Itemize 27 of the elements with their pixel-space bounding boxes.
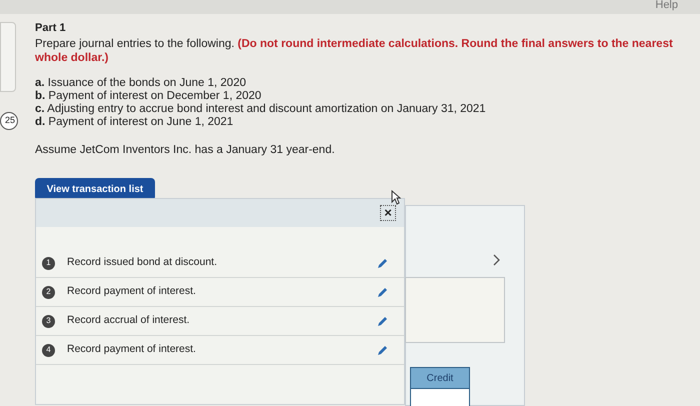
transaction-label: Record issued bond at discount. — [67, 255, 218, 270]
pencil-icon[interactable] — [377, 344, 388, 356]
task-item: c. Adjusting entry to accrue bond interest and discount amortization on January 31, 2021 — [35, 102, 487, 116]
step-number: 4 — [42, 344, 55, 356]
pencil-icon[interactable] — [377, 258, 388, 268]
part-heading: Part 1 — [35, 21, 67, 36]
pencil-icon[interactable] — [377, 316, 388, 326]
assumption-text: Assume JetCom Inventors Inc. has a January 31 year-end. — [35, 142, 336, 158]
mouse-pointer-icon — [391, 190, 401, 205]
chevron-right-icon[interactable] — [493, 254, 501, 266]
view-transaction-list-button[interactable]: View transaction list — [35, 178, 155, 201]
transaction-label: Record payment of interest. — [67, 342, 197, 358]
question-number-badge: 25 — [0, 112, 18, 130]
amount-field[interactable] — [410, 389, 470, 406]
task-item: a. Issuance of the bonds on June 1, 2020 — [35, 76, 247, 90]
side-card — [0, 22, 16, 92]
step-number: 2 — [42, 286, 55, 298]
step-number: 3 — [42, 314, 55, 328]
credit-column-header: Credit — [410, 367, 470, 389]
step-number: 1 — [42, 256, 55, 270]
instruction-text: Prepare journal entries to the following. (Do not round intermediate calculations. Round the final answers to the nearest whole dollar.) — [35, 36, 674, 64]
close-button[interactable]: × — [380, 205, 396, 221]
task-item: b. Payment of interest on December 1, 2020 — [35, 90, 262, 102]
transaction-label: Record accrual of interest. — [67, 313, 191, 328]
pencil-icon[interactable] — [377, 286, 388, 298]
transaction-label: Record payment of interest. — [67, 284, 197, 300]
task-item: d. Payment of interest on June 1, 2021 — [35, 116, 234, 128]
